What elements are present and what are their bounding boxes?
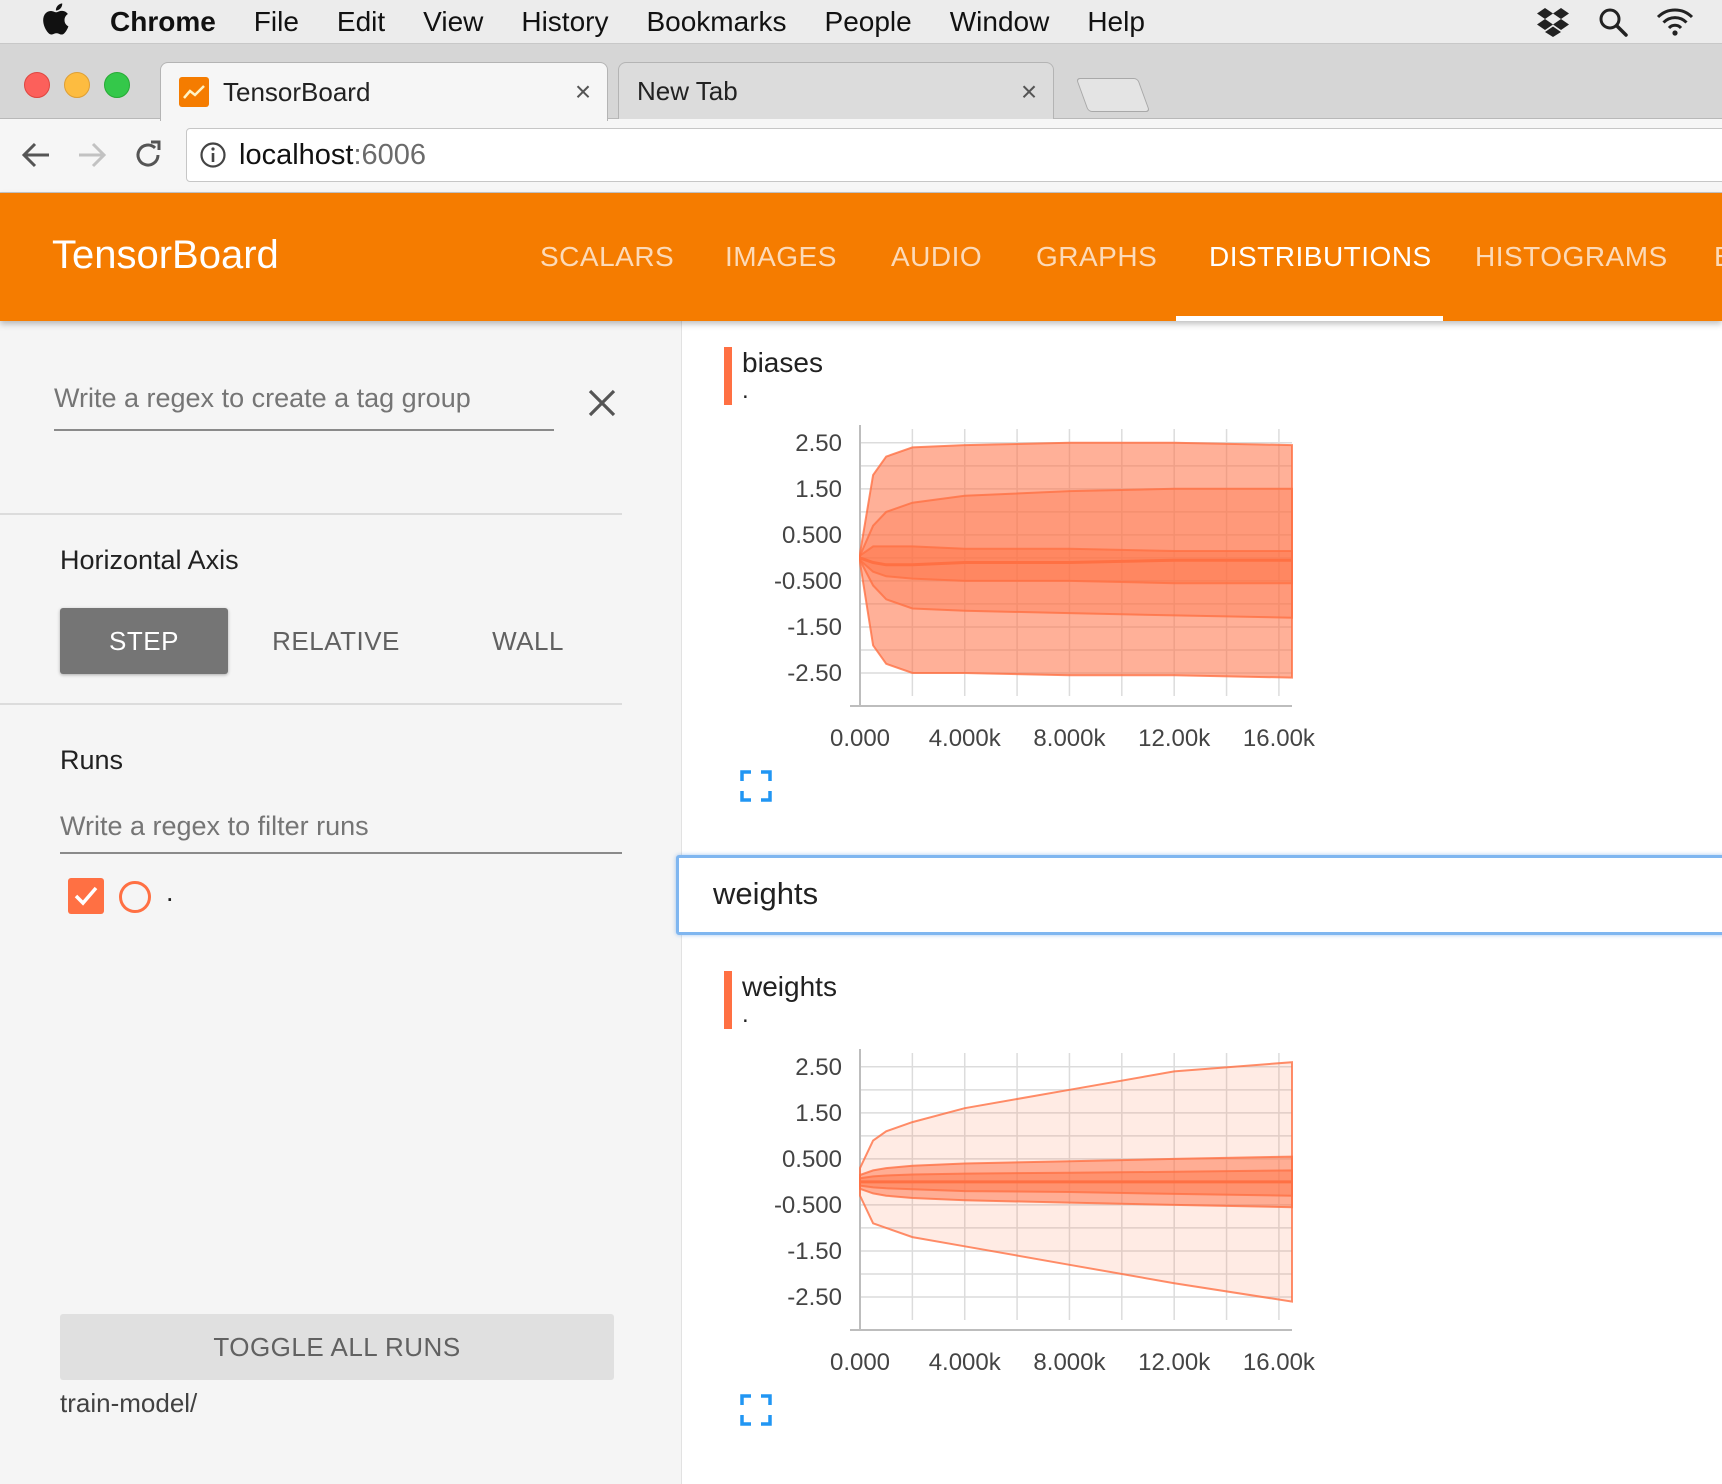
active-tab-indicator	[1176, 316, 1443, 321]
y-tick-label: 1.50	[795, 476, 842, 503]
x-tick-label: 8.000k	[1033, 725, 1106, 751]
axis-relative-button[interactable]: RELATIVE	[256, 608, 416, 674]
run-checkbox[interactable]	[68, 878, 104, 914]
tag-group-header[interactable]: weights	[676, 855, 1722, 935]
tensorboard-favicon-icon	[179, 77, 209, 107]
axis-step-button[interactable]: STEP	[60, 608, 228, 674]
distribution-card-weights: weights . 2.50 1.50 0.500 -0.500 -1.50 -2.50 0…	[682, 945, 1722, 1445]
menu-file[interactable]: File	[235, 6, 318, 38]
x-tick-label: 0.000	[830, 1349, 890, 1375]
reload-icon[interactable]	[130, 137, 166, 173]
card-title: biases	[742, 347, 823, 378]
tab-distributions[interactable]: DISTRIBUTIONS	[1209, 241, 1432, 273]
card-run-label: .	[742, 377, 749, 404]
menu-help[interactable]: Help	[1068, 6, 1164, 38]
browser-toolbar: localhost:6006	[0, 119, 1722, 193]
weights-distribution-chart[interactable]: 2.50 1.50 0.500 -0.500 -1.50 -2.50 0.000 4.000k…	[682, 1045, 1322, 1375]
address-host: localhost	[239, 138, 354, 171]
biases-distribution-chart[interactable]: 2.50 1.50 0.500 -0.500 -1.50 -2.50 0.000 4.000k…	[682, 421, 1322, 751]
apple-icon[interactable]	[0, 2, 110, 41]
x-tick-label: 4.000k	[929, 1349, 1002, 1375]
window-minimize-button[interactable]	[64, 72, 90, 98]
distribution-card-biases: biases . 2.50 1.50 0.500 -0.500 -1.50 -2.50 0.…	[682, 321, 1722, 821]
tab-title: TensorBoard	[223, 76, 371, 107]
card-color-marker	[724, 971, 732, 1029]
expand-chart-icon[interactable]	[740, 1394, 772, 1426]
x-tick-label: 16.00k	[1243, 725, 1316, 751]
x-tick-label: 4.000k	[929, 725, 1002, 751]
menu-view[interactable]: View	[404, 6, 502, 38]
logdir-label: train-model/	[60, 1388, 198, 1418]
run-color-radio[interactable]	[119, 881, 151, 913]
tab-audio[interactable]: AUDIO	[891, 241, 982, 273]
horizontal-axis-heading: Horizontal Axis	[60, 545, 239, 575]
dropbox-icon[interactable]	[1536, 7, 1570, 37]
runs-filter-input[interactable]: Write a regex to filter runs	[60, 811, 622, 854]
menu-window[interactable]: Window	[931, 6, 1069, 38]
tab-embeddings-truncated[interactable]: E	[1714, 241, 1722, 273]
spotlight-icon[interactable]	[1598, 7, 1628, 37]
x-tick-label: 12.00k	[1138, 1349, 1211, 1375]
axis-wall-button[interactable]: WALL	[450, 608, 606, 674]
run-label: .	[166, 877, 174, 907]
menu-app-chrome[interactable]: Chrome	[110, 6, 235, 38]
tag-group-regex-input[interactable]: Write a regex to create a tag group	[54, 383, 554, 431]
y-tick-label: -1.50	[787, 1238, 842, 1265]
expand-chart-icon[interactable]	[740, 770, 772, 802]
menu-edit[interactable]: Edit	[318, 6, 404, 38]
window-close-button[interactable]	[24, 72, 50, 98]
y-tick-label: -0.500	[774, 1192, 842, 1219]
sidebar-divider	[0, 513, 622, 515]
y-tick-label: -0.500	[774, 568, 842, 595]
tensorboard-header: TensorBoard SCALARS IMAGES AUDIO GRAPHS …	[0, 193, 1722, 321]
card-run-label: .	[742, 1001, 749, 1028]
new-tab-button[interactable]	[1075, 78, 1151, 112]
back-arrow-icon[interactable]	[18, 137, 54, 173]
x-tick-label: 12.00k	[1138, 725, 1211, 751]
tab-scalars[interactable]: SCALARS	[540, 241, 674, 273]
y-tick-label: 2.50	[795, 430, 842, 457]
browser-tabstrip: TensorBoard × New Tab ×	[0, 44, 1722, 121]
tab-title: New Tab	[637, 76, 738, 106]
menu-bookmarks[interactable]: Bookmarks	[627, 6, 805, 38]
card-title: weights	[742, 971, 837, 1002]
forward-arrow-icon[interactable]	[74, 137, 110, 173]
y-tick-label: 0.500	[782, 1146, 842, 1173]
runs-heading: Runs	[60, 745, 124, 775]
toggle-all-runs-button[interactable]: TOGGLE ALL RUNS	[60, 1314, 614, 1380]
y-tick-label: -2.50	[787, 660, 842, 687]
window-zoom-button[interactable]	[104, 72, 130, 98]
browser-tab-tensorboard[interactable]: TensorBoard ×	[160, 62, 608, 121]
tab-histograms[interactable]: HISTOGRAMS	[1475, 241, 1668, 273]
browser-tab-new-tab[interactable]: New Tab ×	[618, 62, 1054, 120]
tab-images[interactable]: IMAGES	[725, 241, 837, 273]
tab-close-icon[interactable]: ×	[1005, 76, 1053, 108]
sidebar-divider	[0, 703, 622, 705]
main-content: biases . 2.50 1.50 0.500 -0.500 -1.50 -2.50 0.…	[676, 321, 1722, 1484]
tab-graphs[interactable]: GRAPHS	[1036, 241, 1157, 273]
address-bar[interactable]: localhost:6006	[186, 128, 1722, 182]
x-tick-label: 0.000	[830, 725, 890, 751]
menu-history[interactable]: History	[502, 6, 627, 38]
y-tick-label: -1.50	[787, 614, 842, 641]
clear-close-icon[interactable]	[586, 387, 618, 419]
menu-people[interactable]: People	[806, 6, 931, 38]
y-tick-label: 1.50	[795, 1100, 842, 1127]
y-tick-label: 2.50	[795, 1054, 842, 1081]
tensorboard-brand: TensorBoard	[52, 233, 279, 277]
y-tick-label: 0.500	[782, 522, 842, 549]
y-tick-label: -2.50	[787, 1284, 842, 1311]
address-port: :6006	[353, 138, 427, 171]
sidebar: Write a regex to create a tag group Hori…	[0, 321, 682, 1484]
menubar-tray	[1536, 0, 1722, 44]
x-tick-label: 16.00k	[1243, 1349, 1316, 1375]
wifi-icon[interactable]	[1656, 7, 1694, 37]
macos-menubar: Chrome File Edit View History Bookmarks …	[0, 0, 1722, 44]
site-info-icon[interactable]	[199, 141, 227, 169]
tab-close-icon[interactable]: ×	[559, 76, 607, 108]
card-color-marker	[724, 347, 732, 405]
tag-group-title: weights	[713, 876, 819, 911]
x-tick-label: 8.000k	[1033, 1349, 1106, 1375]
